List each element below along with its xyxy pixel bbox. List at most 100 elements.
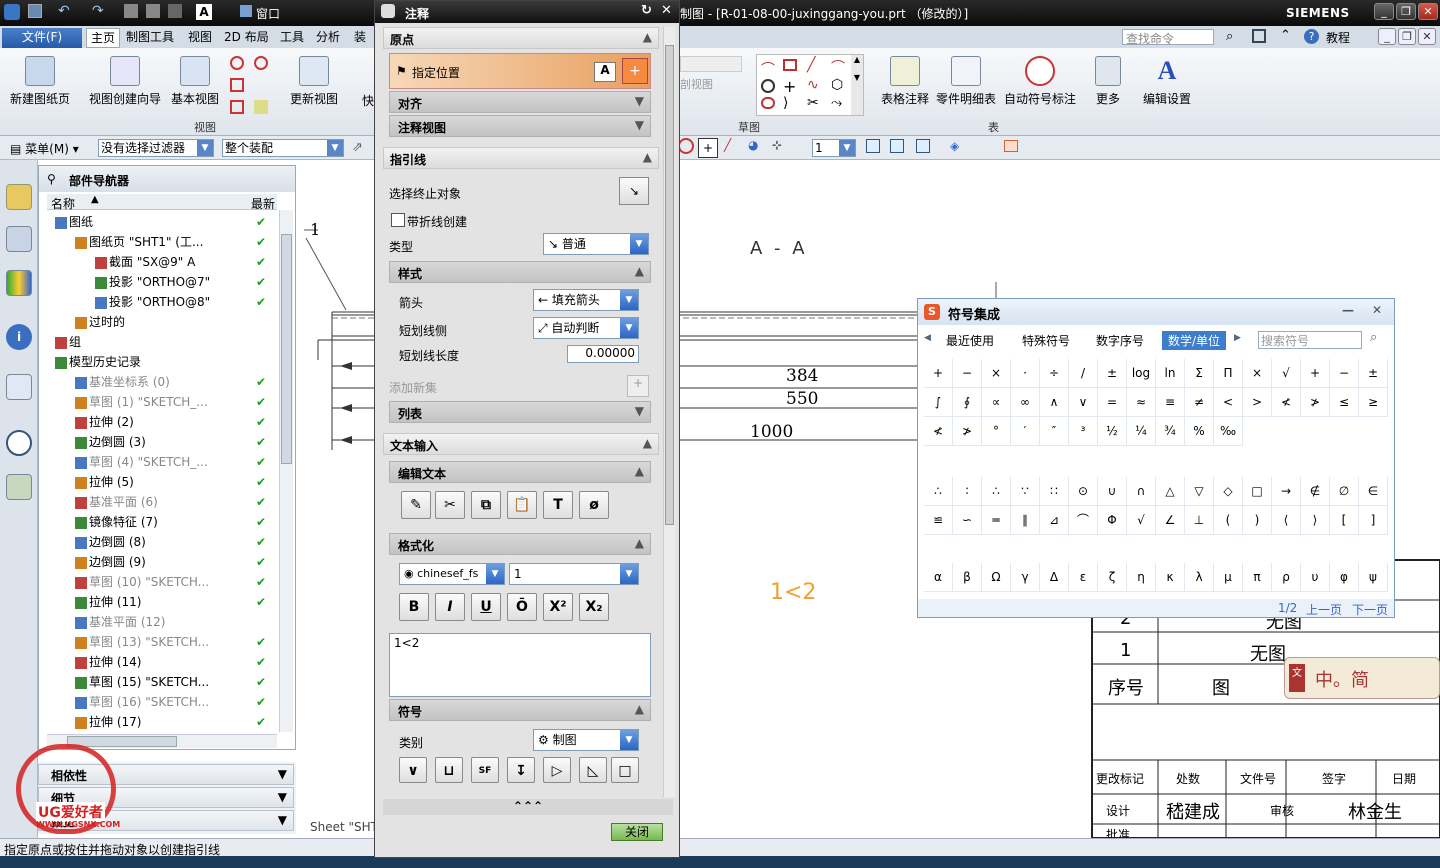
symbol-cell[interactable]: Φ <box>1098 506 1127 535</box>
symbol-cell[interactable]: κ <box>1156 563 1185 592</box>
view-wizard-button[interactable]: 视图创建向导 <box>86 56 164 107</box>
tab-2d-layout[interactable]: 2D 布局 <box>220 28 273 48</box>
symbol-cell[interactable]: ∮ <box>953 388 982 417</box>
reset-icon[interactable]: ↻ <box>641 3 652 18</box>
symbol-cell[interactable]: × <box>1243 359 1272 388</box>
symbol-cell[interactable]: ÷ <box>1040 359 1069 388</box>
table-row[interactable]: 模型历史记录 <box>47 352 277 372</box>
table-row[interactable]: 边倒圆 (3) ✔ <box>47 432 277 452</box>
italic-button[interactable]: I <box>435 593 465 621</box>
symbol-cell[interactable]: ≠ <box>1185 388 1214 417</box>
symbol-cell[interactable]: φ <box>1330 563 1359 592</box>
select-tool3-icon[interactable] <box>916 139 930 153</box>
symbol-cell[interactable]: ≥ <box>1359 388 1388 417</box>
part-navigator-icon[interactable] <box>6 270 32 296</box>
symbol-cell[interactable]: × <box>982 359 1011 388</box>
gallery-scroll[interactable]: ▲ ▼ <box>851 55 863 115</box>
info-icon[interactable]: i <box>6 324 32 350</box>
overline-button[interactable]: Ō <box>507 593 537 621</box>
with-jog-checkbox[interactable] <box>391 213 405 227</box>
symbol-cell[interactable]: ″ <box>1040 417 1069 446</box>
web-browser-icon[interactable] <box>6 374 32 400</box>
symbol-cell[interactable]: ⟨ <box>1272 506 1301 535</box>
symbol-square-icon[interactable]: ∨ <box>399 757 427 783</box>
new-sheet-button[interactable]: 新建图纸页 <box>6 56 74 107</box>
symbol-cell[interactable]: ∴ <box>982 477 1011 506</box>
annotation-text-area[interactable]: 1<2 <box>389 633 651 697</box>
select-tool2-icon[interactable] <box>890 139 904 153</box>
close-button[interactable]: 关闭 <box>611 823 663 841</box>
symbol-cell[interactable]: Π <box>1214 359 1243 388</box>
table-row[interactable]: 拉伸 (5) ✔ <box>47 472 277 492</box>
symbol-cell[interactable]: − <box>1330 359 1359 388</box>
symbol-cell[interactable]: ∈ <box>1359 477 1388 506</box>
history-icon[interactable] <box>6 430 32 456</box>
tab-file[interactable]: 文件(F) <box>2 28 82 48</box>
symbol-cell[interactable]: ± <box>1098 359 1127 388</box>
table-row[interactable]: 过时的 <box>47 312 277 332</box>
symbol-slope-icon[interactable]: ◺ <box>579 757 607 783</box>
search-icon[interactable]: ⌕ <box>1226 29 1233 44</box>
symbol-cell[interactable]: □ <box>1243 477 1272 506</box>
symbol-cell[interactable]: ‰ <box>1214 417 1243 446</box>
view-small-tools[interactable] <box>226 56 276 116</box>
symbol-cell[interactable]: ψ <box>1359 563 1388 592</box>
restore-button[interactable]: ❐ <box>1396 3 1416 20</box>
ellipse-icon[interactable] <box>761 97 775 109</box>
select-tool-icon[interactable] <box>866 139 880 153</box>
view-toggle-icon[interactable] <box>1004 140 1018 152</box>
doc-restore-button[interactable]: ❐ <box>1398 28 1416 45</box>
bold-button[interactable]: B <box>399 593 429 621</box>
symbol-cell[interactable]: ∉ <box>1301 477 1330 506</box>
table-row[interactable]: 拉伸 (11) ✔ <box>47 592 277 612</box>
symbol-taper-icon[interactable]: ▷ <box>543 757 571 783</box>
table-row[interactable]: 图纸页 "SHT1" (工... ✔ <box>47 232 277 252</box>
minimize-panel-icon[interactable]: — <box>1342 303 1354 317</box>
symbol-cell[interactable]: ∪ <box>1098 477 1127 506</box>
symbol-cell[interactable]: Ω <box>982 563 1011 592</box>
tab-special[interactable]: 特殊符号 <box>1016 331 1076 350</box>
symbol-cell[interactable]: η <box>1127 563 1156 592</box>
style-subsection[interactable]: 样式 ▲ <box>389 261 651 283</box>
copy-text-icon[interactable]: ⧉ <box>471 491 501 519</box>
list-subsection[interactable]: 列表 ▼ <box>389 401 651 423</box>
prev-page-link[interactable]: 上一页 <box>1306 601 1342 618</box>
annotation-preview[interactable]: 1<2 <box>770 580 816 605</box>
symbol-cell[interactable]: λ <box>1185 563 1214 592</box>
detail-view-icon[interactable] <box>254 56 268 70</box>
rectangle-icon[interactable] <box>783 59 797 71</box>
symbol-cell[interactable]: ∝ <box>982 388 1011 417</box>
tab-prev-icon[interactable]: ◀ <box>924 333 931 343</box>
tab-assembly[interactable]: 装 <box>350 28 370 48</box>
navigator-vscroll[interactable] <box>279 210 293 732</box>
filter-reset-icon[interactable]: ⇗ <box>352 140 363 155</box>
table-row[interactable]: 草图 (13) "SKETCH... ✔ <box>47 632 277 652</box>
symbol-cell[interactable]: ≡ <box>1156 388 1185 417</box>
origin-tool-icon[interactable]: A <box>594 62 616 82</box>
point-dialog-icon[interactable]: + <box>622 58 648 84</box>
redo-icon[interactable]: ↷ <box>92 3 104 19</box>
cut-text-icon[interactable]: ✂ <box>435 491 465 519</box>
edit-settings-button[interactable]: A 编辑设置 <box>1138 56 1196 107</box>
section-origin[interactable]: 原点 ▲ <box>383 27 659 49</box>
symbol-cell[interactable]: log <box>1127 359 1156 388</box>
table-row[interactable]: 草图 (10) "SKETCH... ✔ <box>47 572 277 592</box>
table-row[interactable]: 草图 (4) "SKETCH_... ✔ <box>47 452 277 472</box>
circle-icon[interactable] <box>761 79 775 93</box>
symbol-cell[interactable]: ≤ <box>1330 388 1359 417</box>
leader-type-select[interactable]: ↘ 普通 ▼ <box>543 233 649 255</box>
symbol-cell[interactable]: ± <box>1359 359 1388 388</box>
symbol-cell[interactable]: ½ <box>1098 417 1127 446</box>
symbol-cell[interactable]: / <box>1069 359 1098 388</box>
quick-label-partial[interactable]: 快 <box>362 92 374 109</box>
symbol-cell[interactable]: ⊥ <box>1185 506 1214 535</box>
dialog-scroll-thumb[interactable] <box>665 45 674 525</box>
symbol-cell[interactable]: ◇ <box>1214 477 1243 506</box>
symbol-cell[interactable]: ≯ <box>1301 388 1330 417</box>
spline-icon[interactable]: ∿ <box>807 77 819 93</box>
symbol-cell[interactable]: ∫ <box>924 388 953 417</box>
save-icon[interactable] <box>28 4 42 18</box>
tab-home[interactable]: 主页 <box>86 28 121 48</box>
symbol-cell[interactable]: ³ <box>1069 417 1098 446</box>
snap-spinner[interactable]: 1 ▼ <box>812 139 856 157</box>
